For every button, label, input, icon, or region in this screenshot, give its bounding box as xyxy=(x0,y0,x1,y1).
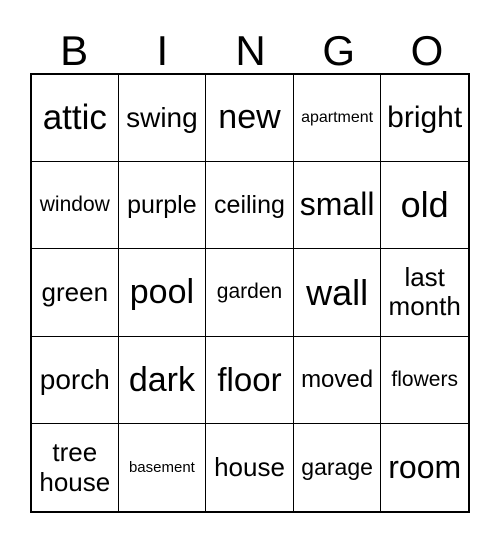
bingo-cell: garden xyxy=(205,248,294,337)
bingo-cell: ceiling xyxy=(205,160,294,250)
header-letter-b: B xyxy=(60,27,89,74)
header-letter-n: N xyxy=(235,27,266,74)
bingo-cell: garage xyxy=(292,423,382,512)
bingo-cell: apartment xyxy=(292,74,382,162)
header-letter-o: O xyxy=(410,27,444,74)
bingo-cell: pool xyxy=(117,248,207,337)
bingo-cell: porch xyxy=(31,335,119,425)
bingo-cell: room xyxy=(380,423,469,512)
bingo-cell: purple xyxy=(117,160,207,250)
bingo-cell: attic xyxy=(31,74,119,162)
bingo-cell: last month xyxy=(380,248,469,337)
bingo-grid: attic swing new apartment bright window … xyxy=(30,73,470,513)
bingo-cell: house xyxy=(205,423,294,512)
bingo-cell: swing xyxy=(117,74,207,162)
bingo-cell: window xyxy=(31,160,119,250)
bingo-cell: old xyxy=(380,160,469,250)
bingo-cell: new xyxy=(205,74,294,162)
bingo-cell: moved xyxy=(292,335,382,425)
header-letter-g: G xyxy=(322,27,356,74)
bingo-cell: wall xyxy=(292,248,382,337)
bingo-cell: floor xyxy=(205,335,294,425)
bingo-cell: tree house xyxy=(31,423,119,512)
header-letter-i: I xyxy=(156,27,169,74)
bingo-cell: small xyxy=(292,160,382,250)
bingo-header: B I N G O xyxy=(30,26,471,76)
bingo-cell: dark xyxy=(117,335,207,425)
bingo-cell: bright xyxy=(380,74,469,162)
bingo-cell: green xyxy=(31,248,119,337)
bingo-cell: basement xyxy=(117,423,207,512)
bingo-cell: flowers xyxy=(380,335,469,425)
